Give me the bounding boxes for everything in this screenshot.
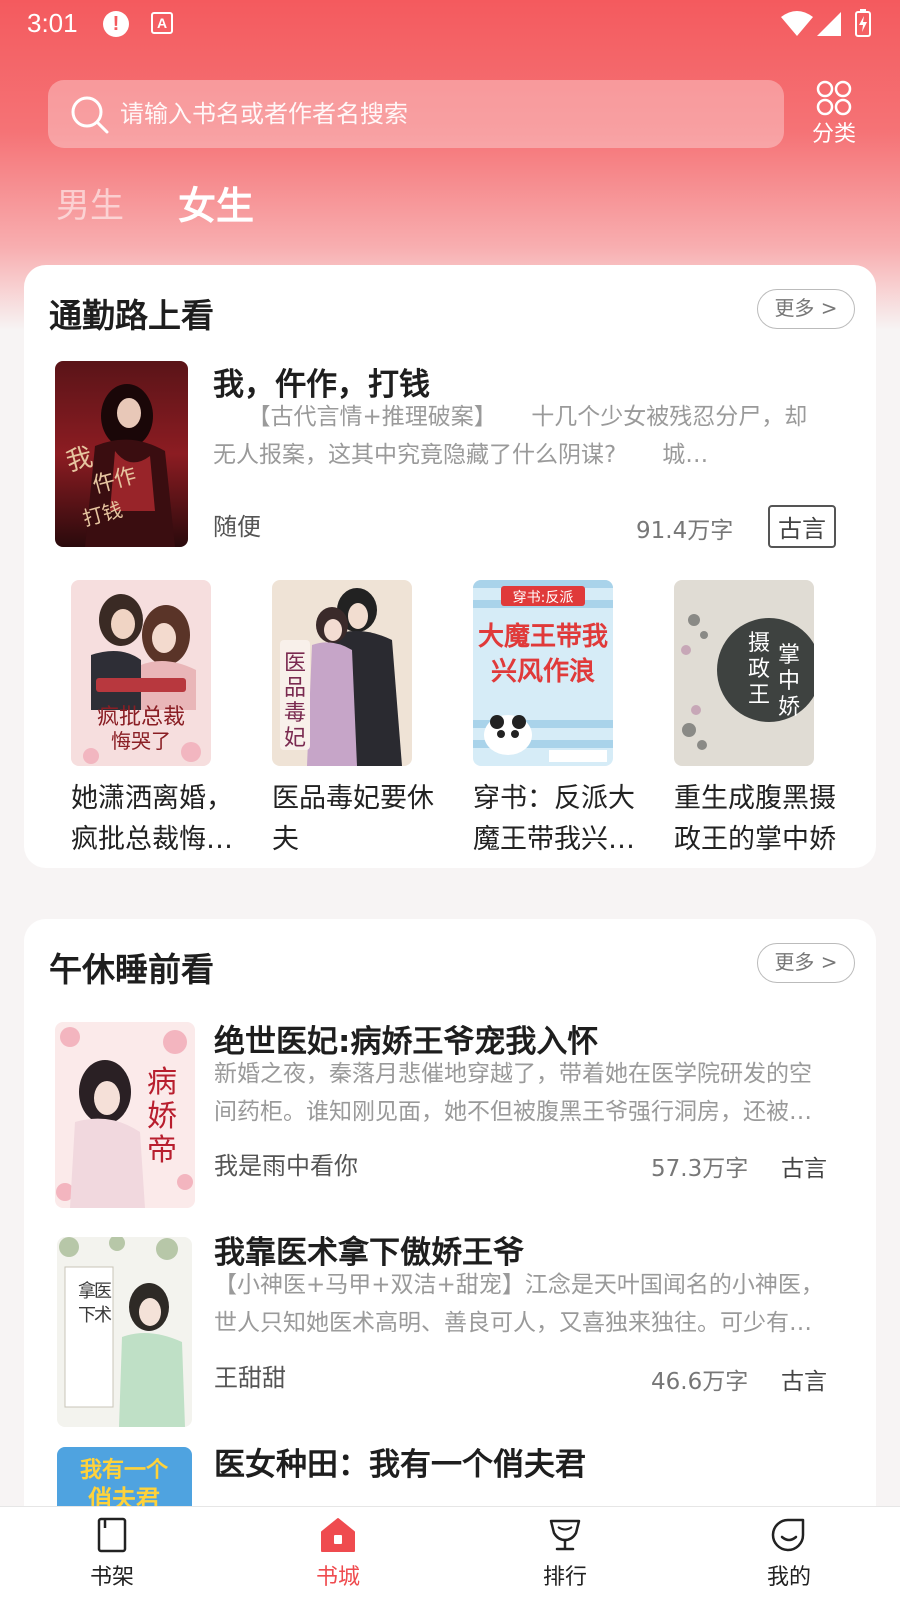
svg-text:掌: 掌 <box>778 643 800 668</box>
tab-female[interactable]: 女生 <box>178 175 254 230</box>
tab-male[interactable]: 男生 <box>56 178 124 227</box>
alert-icon: ! <box>103 11 129 37</box>
book-cover[interactable]: 我 仵作 打钱 <box>55 361 188 547</box>
genre-badge: 古言 <box>768 505 836 548</box>
search-bar[interactable] <box>48 80 784 148</box>
book-cover[interactable]: 拿 下 医 术 <box>57 1237 192 1427</box>
svg-text:病: 病 <box>147 1065 177 1100</box>
book-description: 【古代言情+推理破案】 十几个少女被残忍分尸，却无人报案，这其中究竟隐藏了什么阴… <box>213 404 808 468</box>
svg-text:术: 术 <box>94 1305 112 1326</box>
bookstore-icon <box>321 1518 355 1552</box>
a-icon: A <box>151 12 173 34</box>
search-icon <box>71 96 109 134</box>
genre-label: 古言 <box>781 1369 827 1395</box>
svg-text:穿书:反派: 穿书:反派 <box>513 590 574 606</box>
nav-label: 书城 <box>315 1565 360 1590</box>
more-button[interactable]: 更多 > <box>757 943 855 983</box>
section-commute: 通勤路上看 更多 > 我 仵作 打钱 我，仵作，打钱 【古代言情+推理破案】 十… <box>24 265 876 868</box>
profile-icon <box>771 1518 805 1552</box>
book-author: 我是雨中看你 <box>214 1152 358 1180</box>
genre-label: 古言 <box>781 1156 827 1182</box>
bottom-nav: 书架 书城 排行 我的 <box>0 1506 900 1600</box>
book-word-count: 57.3万字 <box>651 1156 749 1182</box>
book-author: 随便 <box>213 513 261 541</box>
book-cover[interactable]: 病 娇 帝 <box>55 1022 195 1208</box>
wifi-icon <box>781 11 813 36</box>
signal-icon <box>817 12 841 36</box>
svg-text:王: 王 <box>748 683 770 708</box>
status-time: 3:01 <box>27 8 78 38</box>
svg-text:娇: 娇 <box>778 695 800 720</box>
nav-ranking[interactable]: 排行 <box>505 1515 625 1591</box>
section-nap: 午休睡前看 更多 > 病 娇 帝 绝世医妃:病娇王爷宠我入怀 新婚之夜，秦落月悲… <box>24 919 876 1600</box>
svg-text:疯批总裁: 疯批总裁 <box>97 705 185 730</box>
svg-text:政: 政 <box>748 657 770 682</box>
nav-label: 书架 <box>89 1565 134 1590</box>
more-button[interactable]: 更多 > <box>757 289 855 329</box>
bookshelf-icon <box>97 1517 127 1553</box>
grid-book[interactable]: 疯批总裁 悔哭了 她潇洒离婚，疯批总裁悔… <box>48 580 233 860</box>
svg-text:悔哭了: 悔哭了 <box>111 729 171 753</box>
nav-bookshelf[interactable]: 书架 <box>52 1515 172 1591</box>
grid-book[interactable]: 摄 政 王 掌 中 娇 重生成腹黑摄政王的掌中娇 <box>651 580 836 860</box>
nav-bookstore[interactable]: 书城 <box>278 1515 398 1591</box>
svg-text:医: 医 <box>284 651 306 676</box>
search-input[interactable] <box>120 80 760 148</box>
svg-text:毒: 毒 <box>284 701 306 726</box>
book-word-count: 91.4万字 <box>636 518 734 544</box>
book-author: 王甜甜 <box>214 1364 286 1392</box>
trophy-icon <box>549 1519 581 1551</box>
book-cover[interactable]: 摄 政 王 掌 中 娇 <box>674 580 814 766</box>
book-cover[interactable]: 疯批总裁 悔哭了 <box>71 580 211 766</box>
book-title: 医女种田：我有一个俏夫君 <box>214 1447 586 1483</box>
svg-text:摄: 摄 <box>748 631 770 656</box>
svg-text:兴风作浪: 兴风作浪 <box>491 656 595 687</box>
svg-text:品: 品 <box>284 676 306 701</box>
grid-book[interactable]: 穿书:反派 大魔王带我 兴风作浪 穿书：反派大魔王带我兴… <box>450 580 635 860</box>
category-button[interactable]: 分类 <box>800 78 868 150</box>
grid-book-title: 穿书：反派大魔王带我兴… <box>473 783 635 855</box>
category-label: 分类 <box>811 122 856 147</box>
nav-label: 我的 <box>766 1565 811 1590</box>
grid-book-title: 她潇洒离婚，疯批总裁悔… <box>71 783 233 855</box>
battery-icon <box>855 9 871 37</box>
book-word-count: 46.6万字 <box>651 1369 749 1395</box>
book-description: 新婚之夜，秦落月悲催地穿越了，带着她在医学院研发的空间药柜。谁知刚见面，她不但被… <box>214 1061 812 1125</box>
book-cover[interactable]: 穿书:反派 大魔王带我 兴风作浪 <box>473 580 613 766</box>
grid-book-title: 医品毒妃要休夫 <box>272 783 434 855</box>
svg-text:妃: 妃 <box>284 726 306 751</box>
svg-text:中: 中 <box>778 669 800 694</box>
grid-book-title: 重生成腹黑摄政王的掌中娇 <box>674 783 836 855</box>
svg-text:医: 医 <box>94 1281 112 1302</box>
svg-text:帝: 帝 <box>147 1133 177 1168</box>
book-description: 【小神医+马甲+双洁+甜宠】江念是天叶国闻名的小神医，世人只知她医术高明、善良可… <box>214 1272 824 1336</box>
nav-profile[interactable]: 我的 <box>729 1515 849 1591</box>
status-bar: 3:01 ! A <box>0 0 900 50</box>
nav-label: 排行 <box>542 1565 587 1590</box>
svg-text:我有一个: 我有一个 <box>80 1457 169 1483</box>
book-cover[interactable]: 医 品 毒 妃 <box>272 580 412 766</box>
section-title: 午休睡前看 <box>49 950 214 989</box>
svg-text:大魔王带我: 大魔王带我 <box>478 622 608 652</box>
grid-icon <box>816 80 852 116</box>
svg-text:娇: 娇 <box>147 1099 177 1134</box>
section-title: 通勤路上看 <box>49 296 214 335</box>
grid-book[interactable]: 医 品 毒 妃 医品毒妃要休夫 <box>249 580 434 860</box>
